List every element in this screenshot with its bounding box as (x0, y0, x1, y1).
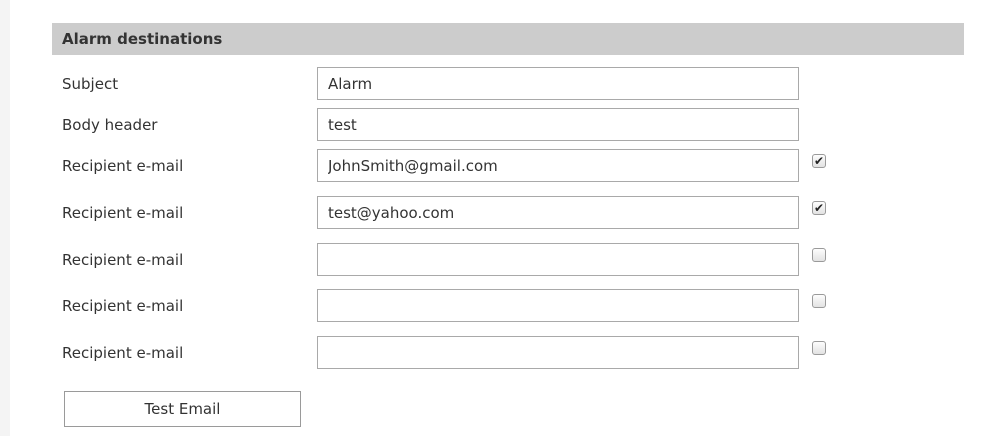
recipient-enable-checkbox-2[interactable]: ✔ (812, 201, 826, 215)
recipient-enable-checkbox-1[interactable]: ✔ (812, 154, 826, 168)
recipient-email-input-4[interactable] (317, 289, 799, 322)
recipient-email-label-5: Recipient e-mail (62, 344, 184, 362)
recipient-email-label-1: Recipient e-mail (62, 157, 184, 175)
recipient-enable-checkbox-5[interactable] (812, 341, 826, 355)
recipient-email-input-5[interactable] (317, 336, 799, 369)
section-title: Alarm destinations (52, 23, 964, 55)
recipient-enable-checkbox-3[interactable] (812, 248, 826, 262)
body-header-label: Body header (62, 116, 158, 134)
subject-input[interactable] (317, 67, 799, 100)
recipient-enable-checkbox-4[interactable] (812, 294, 826, 308)
check-icon: ✔ (813, 154, 825, 168)
body-header-input[interactable] (317, 108, 799, 141)
recipient-email-input-2[interactable] (317, 196, 799, 229)
recipient-email-label-3: Recipient e-mail (62, 251, 184, 269)
check-icon: ✔ (813, 201, 825, 215)
recipient-email-input-3[interactable] (317, 243, 799, 276)
recipient-email-label-2: Recipient e-mail (62, 204, 184, 222)
recipient-email-label-4: Recipient e-mail (62, 297, 184, 315)
test-email-button[interactable]: Test Email (64, 391, 301, 427)
subject-label: Subject (62, 75, 119, 93)
recipient-email-input-1[interactable] (317, 149, 799, 182)
